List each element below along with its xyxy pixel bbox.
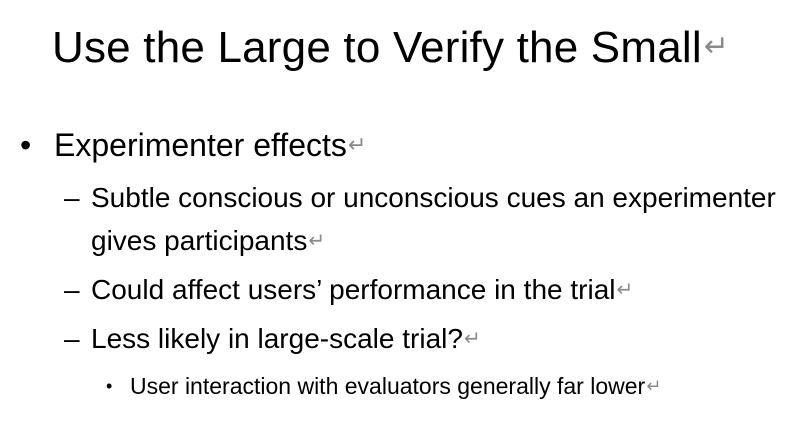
bullet-level2-subtle-cues: – Subtle conscious or unconscious cues a… <box>64 176 784 262</box>
slide-title: Use the Large to Verify the Small↵ <box>52 18 729 77</box>
paragraph-mark-icon: ↵ <box>463 326 481 350</box>
paragraph-mark-icon: ↵ <box>308 228 326 252</box>
bullet-level2-less-likely: – Less likely in large-scale trial?↵ <box>64 317 784 360</box>
bullet-level2-text: Less likely in large-scale trial? <box>91 323 463 354</box>
paragraph-mark-icon: ↵ <box>703 29 730 64</box>
bullet-level2-text: Could affect users’ performance in the t… <box>91 274 616 305</box>
dash-bullet-icon: – <box>64 323 80 354</box>
bullet-level1-experimenter-effects: • Experimenter effects↵ <box>20 124 780 167</box>
bullet-level2-text: Subtle conscious or unconscious cues an … <box>91 182 776 256</box>
bullet-dot-icon: • <box>20 127 32 163</box>
bullet-level3-text: User interaction with evaluators general… <box>130 373 646 399</box>
paragraph-mark-icon: ↵ <box>616 277 634 301</box>
bullet-level3-user-interaction: • User interaction with evaluators gener… <box>106 370 796 403</box>
bullet-level2-affect-performance: – Could affect users’ performance in the… <box>64 268 784 311</box>
bullet-level1-text: Experimenter effects <box>54 127 347 163</box>
slide-title-text: Use the Large to Verify the Small <box>52 23 702 72</box>
dash-bullet-icon: – <box>64 182 80 213</box>
slide: Use the Large to Verify the Small↵ • Exp… <box>0 0 807 428</box>
dash-bullet-icon: – <box>64 274 80 305</box>
paragraph-mark-icon: ↵ <box>646 376 662 397</box>
bullet-dot-icon: • <box>106 376 113 396</box>
paragraph-mark-icon: ↵ <box>347 133 367 158</box>
